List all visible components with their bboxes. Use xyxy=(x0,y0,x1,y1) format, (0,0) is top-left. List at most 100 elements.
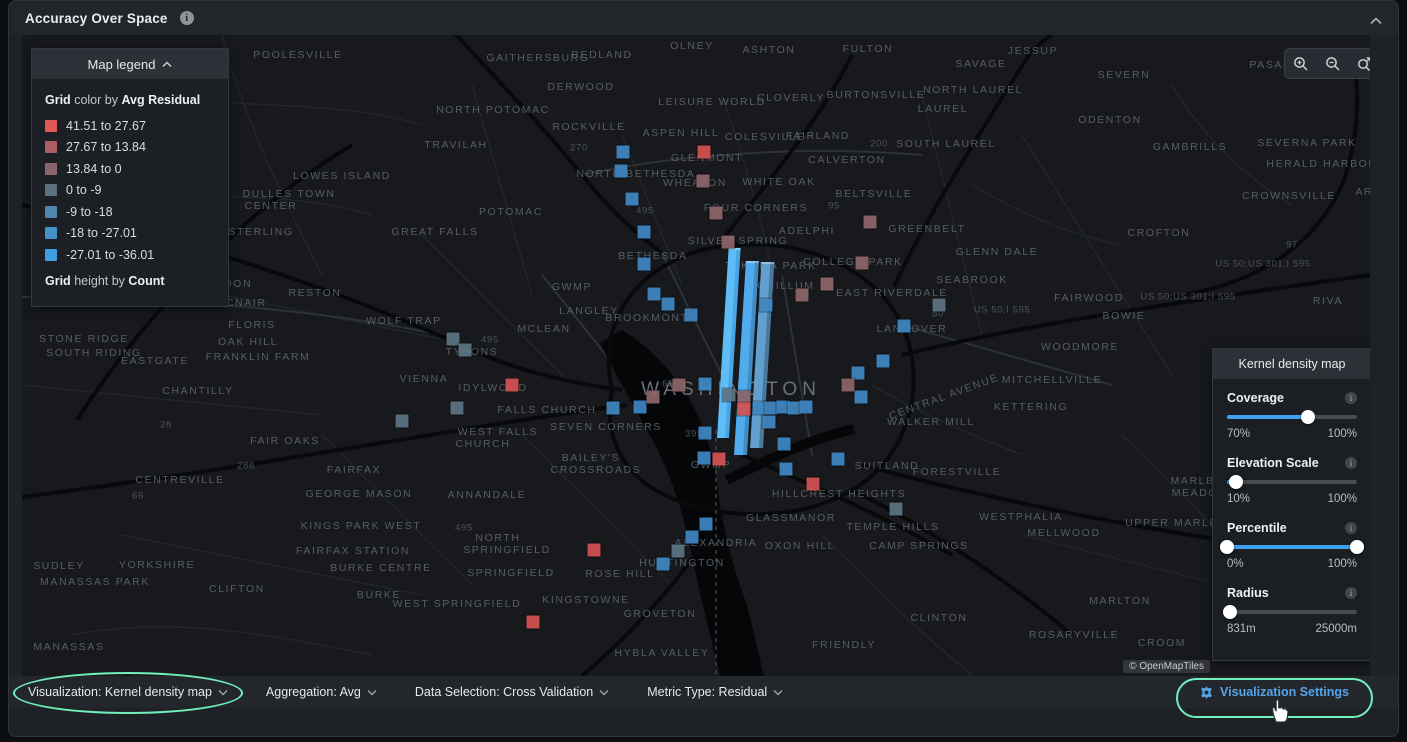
map-place-label: FULTON xyxy=(843,43,894,55)
zoom-out-button[interactable] xyxy=(1317,49,1349,78)
map-place-label: MELLWOOD xyxy=(1027,527,1100,539)
map-place-label: BETHESDA xyxy=(618,250,687,262)
map-place-label: 95 xyxy=(828,201,840,212)
map-canvas[interactable]: WASHINGTONPOOLESVILLEGAITHERSBURGREDLAND… xyxy=(22,35,1370,676)
map-place-label: ODENTON xyxy=(1078,114,1142,126)
collapse-chevron-up-icon[interactable] xyxy=(1370,12,1382,30)
grid-cell-square-blue xyxy=(648,288,661,301)
map-place-label: FRANKLIN FARM xyxy=(206,351,311,363)
slider-handle[interactable] xyxy=(1229,475,1243,489)
legend-swatch xyxy=(45,249,57,261)
map-place-label: LAUREL xyxy=(918,103,968,115)
map-zoom-controls xyxy=(1284,48,1370,79)
card-header: Accuracy Over Space i xyxy=(9,1,1398,35)
map-place-label: 66 xyxy=(132,491,144,502)
map-place-label: MANASSAS xyxy=(33,641,104,653)
map-place-label: HILLCREST HEIGHTS xyxy=(772,488,906,500)
info-icon[interactable]: i xyxy=(180,11,194,25)
slider-min-value: 70% xyxy=(1227,428,1250,440)
map-place-label: GREAT FALLS xyxy=(391,226,478,238)
map-place-label: FAIRWOOD xyxy=(1054,292,1124,304)
slider-track[interactable] xyxy=(1227,610,1357,614)
map-place-label: OLNEY xyxy=(670,40,714,52)
map-legend-body: Grid color by Avg Residual 41.51 to 27.6… xyxy=(32,79,228,306)
map-place-label: WEST FALLS xyxy=(458,426,539,438)
grid-cell-square-mauve xyxy=(856,257,869,270)
legend-range-label: -9 to -18 xyxy=(66,205,113,219)
dropdown-aggregation[interactable]: Aggregation: Avg xyxy=(260,676,383,708)
map-place-label: GEORGE MASON xyxy=(306,488,413,500)
grid-cell-square-blue xyxy=(700,518,713,531)
map-place-label: KINGSTOWNE xyxy=(542,594,630,606)
dropdown-label: Aggregation: Avg xyxy=(266,685,361,699)
page-title: Accuracy Over Space xyxy=(25,11,168,26)
slider-track[interactable] xyxy=(1227,415,1357,419)
zoom-in-button[interactable] xyxy=(1285,49,1317,78)
map-place-label: US 50;I 595 xyxy=(974,305,1031,316)
map-place-label: HUNTINGTON xyxy=(639,557,725,569)
map-place-label: BAILEY'S xyxy=(562,452,621,464)
grid-cell-square-red xyxy=(588,544,601,557)
map-place-label: SEABROOK xyxy=(936,274,1008,286)
legend-range-label: 27.67 to 13.84 xyxy=(66,140,146,154)
info-icon[interactable]: i xyxy=(1345,457,1357,469)
chevron-down-icon xyxy=(218,689,228,696)
grid-cell-square-mauve xyxy=(722,236,735,249)
legend-swatch xyxy=(45,120,57,132)
slider-handle[interactable] xyxy=(1223,605,1237,619)
grid-cell-square-blue xyxy=(685,309,698,322)
slider-fill xyxy=(1227,415,1308,419)
info-icon[interactable]: i xyxy=(1345,587,1357,599)
slider-track[interactable] xyxy=(1227,545,1357,549)
zoom-reset-button[interactable] xyxy=(1348,49,1370,78)
map-legend-header[interactable]: Map legend xyxy=(32,49,228,79)
map-place-label: WHEATON xyxy=(663,177,727,189)
info-icon[interactable]: i xyxy=(1345,522,1357,534)
map-place-label: MITCHELLVILLE xyxy=(1002,374,1103,386)
grid-cell-square-blue xyxy=(617,146,630,159)
slider-min-value: 831m xyxy=(1227,623,1256,635)
map-place-label: BURTONSVILLE xyxy=(827,89,926,101)
slider-handle[interactable] xyxy=(1350,540,1364,554)
legend-color-by: Grid color by Avg Residual xyxy=(45,93,215,107)
map-place-label: POOLESVILLE xyxy=(253,49,342,61)
dropdown-metric-type[interactable]: Metric Type: Residual xyxy=(641,676,789,708)
map-place-label: MARLTON xyxy=(1089,595,1151,607)
map-place-label: KINGS PARK WEST xyxy=(301,520,422,532)
bottom-toolbar: Visualization: Kernel density map Aggrega… xyxy=(9,676,1398,708)
slider-track[interactable] xyxy=(1227,480,1357,484)
grid-cell-square-mauve xyxy=(647,391,660,404)
slider-handle[interactable] xyxy=(1220,540,1234,554)
map-place-label: GAMBRILLS xyxy=(1153,141,1228,153)
grid-cell-square-red xyxy=(713,453,726,466)
legend-swatch xyxy=(45,184,57,196)
grid-cell-square-mauve xyxy=(842,379,855,392)
map-place-label: DERWOOD xyxy=(547,81,614,93)
legend-item: 27.67 to 13.84 xyxy=(45,137,215,159)
map-place-label: OXON HILL xyxy=(765,540,835,552)
map-place-label: FAIR OAKS xyxy=(250,435,320,447)
chevron-down-icon xyxy=(367,689,377,696)
map-place-label: US 50;US 301;I 595 xyxy=(1140,292,1235,303)
map-place-label: STERLING xyxy=(228,226,293,238)
slider-handle[interactable] xyxy=(1301,410,1315,424)
legend-range-label: 0 to -9 xyxy=(66,183,101,197)
map-place-label: 97 xyxy=(1286,240,1298,251)
grid-cell-square-mauve xyxy=(821,278,834,291)
map-place-label: CENTREVILLE xyxy=(135,474,224,486)
legend-range-label: 41.51 to 27.67 xyxy=(66,119,146,133)
legend-item: -18 to -27.01 xyxy=(45,223,215,245)
dropdown-visualization[interactable]: Visualization: Kernel density map xyxy=(22,676,234,708)
dropdown-data-selection[interactable]: Data Selection: Cross Validation xyxy=(409,676,615,708)
map-place-label: 28 xyxy=(160,420,172,431)
map-place-label: TRAVILAH xyxy=(424,139,487,151)
legend-range-label: -27.01 to -36.01 xyxy=(66,248,154,262)
info-icon[interactable]: i xyxy=(1345,392,1357,404)
map-place-label: DULLES TOWN xyxy=(242,188,335,200)
slider-max-value: 100% xyxy=(1328,558,1357,570)
map-place-label: OAK HILL xyxy=(218,336,278,348)
map-place-label: COLLEGE PARK xyxy=(803,256,903,268)
map-place-label: MCLEAN xyxy=(517,323,570,335)
map-place-label: HYBLA VALLEY xyxy=(615,647,710,659)
map-place-label: JESSUP xyxy=(1008,45,1058,57)
